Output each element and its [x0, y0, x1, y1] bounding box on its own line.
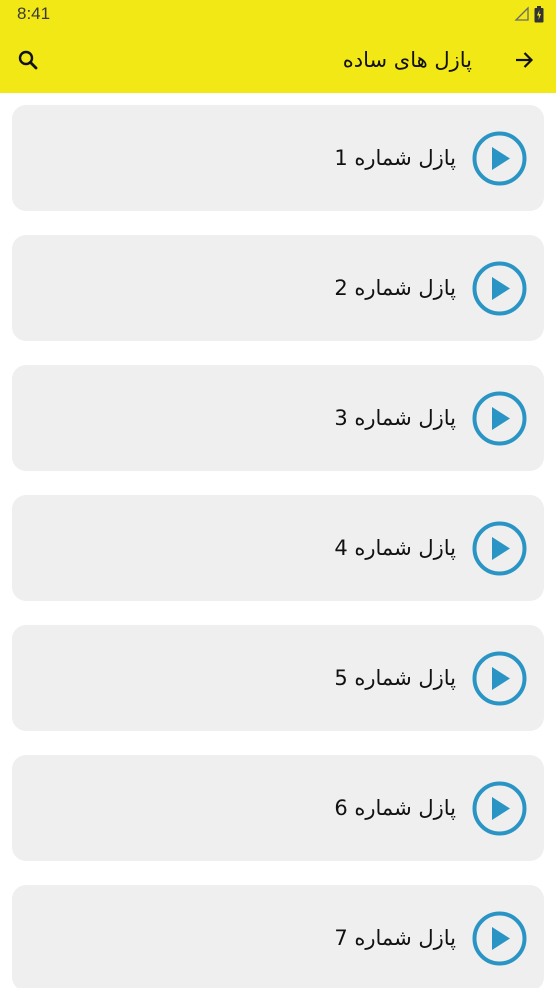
list-item-label: پازل شماره 5	[334, 666, 456, 690]
play-circle-icon[interactable]	[472, 911, 527, 966]
play-circle-icon[interactable]	[472, 781, 527, 836]
play-circle-icon[interactable]	[472, 521, 527, 576]
search-button[interactable]	[12, 44, 44, 76]
battery-icon	[534, 5, 544, 22]
arrow-right-icon	[516, 52, 534, 68]
list-item[interactable]: پازل شماره 3	[12, 365, 544, 471]
app-bar: 8:41 پازل های ساده	[0, 0, 556, 93]
list-item-label: پازل شماره 4	[334, 536, 456, 560]
play-circle-icon[interactable]	[472, 261, 527, 316]
play-circle-icon[interactable]	[472, 391, 527, 446]
page-title: پازل های ساده	[342, 48, 472, 72]
list-item-label: پازل شماره 6	[334, 796, 456, 820]
search-icon	[18, 50, 38, 70]
list-item[interactable]: پازل شماره 1	[12, 105, 544, 211]
list-item-label: پازل شماره 7	[334, 926, 456, 950]
status-time: 8:41	[17, 4, 51, 23]
list-item-label: پازل شماره 2	[334, 276, 456, 300]
list-item-label: پازل شماره 3	[334, 406, 456, 430]
back-button[interactable]	[508, 44, 540, 76]
list-item-label: پازل شماره 1	[334, 146, 456, 170]
play-circle-icon[interactable]	[472, 651, 527, 706]
signal-icon	[514, 6, 529, 21]
list-item[interactable]: پازل شماره 4	[12, 495, 544, 601]
play-circle-icon[interactable]	[472, 131, 527, 186]
puzzle-list: پازل شماره 1 پازل شماره 2 پازل شماره 3 پ…	[12, 105, 544, 988]
status-icons	[514, 5, 544, 23]
list-item[interactable]: پازل شماره 6	[12, 755, 544, 861]
list-item[interactable]: پازل شماره 7	[12, 885, 544, 988]
list-item[interactable]: پازل شماره 2	[12, 235, 544, 341]
list-item[interactable]: پازل شماره 5	[12, 625, 544, 731]
